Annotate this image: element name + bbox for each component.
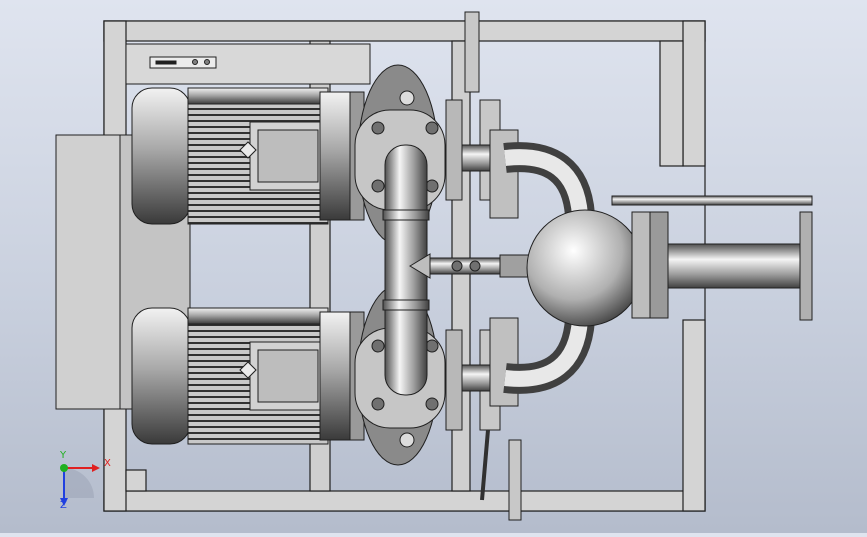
manifold-tank — [526, 195, 813, 327]
electrical-box — [125, 43, 371, 85]
cad-viewport[interactable]: X Y Z — [0, 0, 867, 533]
z-axis-label: Z — [60, 500, 67, 511]
lower-motor — [131, 307, 365, 445]
pump-assembly-model — [55, 11, 813, 521]
upper-motor — [131, 87, 365, 225]
y-axis-label: Y — [60, 450, 67, 461]
coordinate-triad: X Y Z — [46, 450, 116, 514]
x-axis-label: X — [104, 458, 111, 469]
y-axis-icon — [60, 464, 68, 472]
